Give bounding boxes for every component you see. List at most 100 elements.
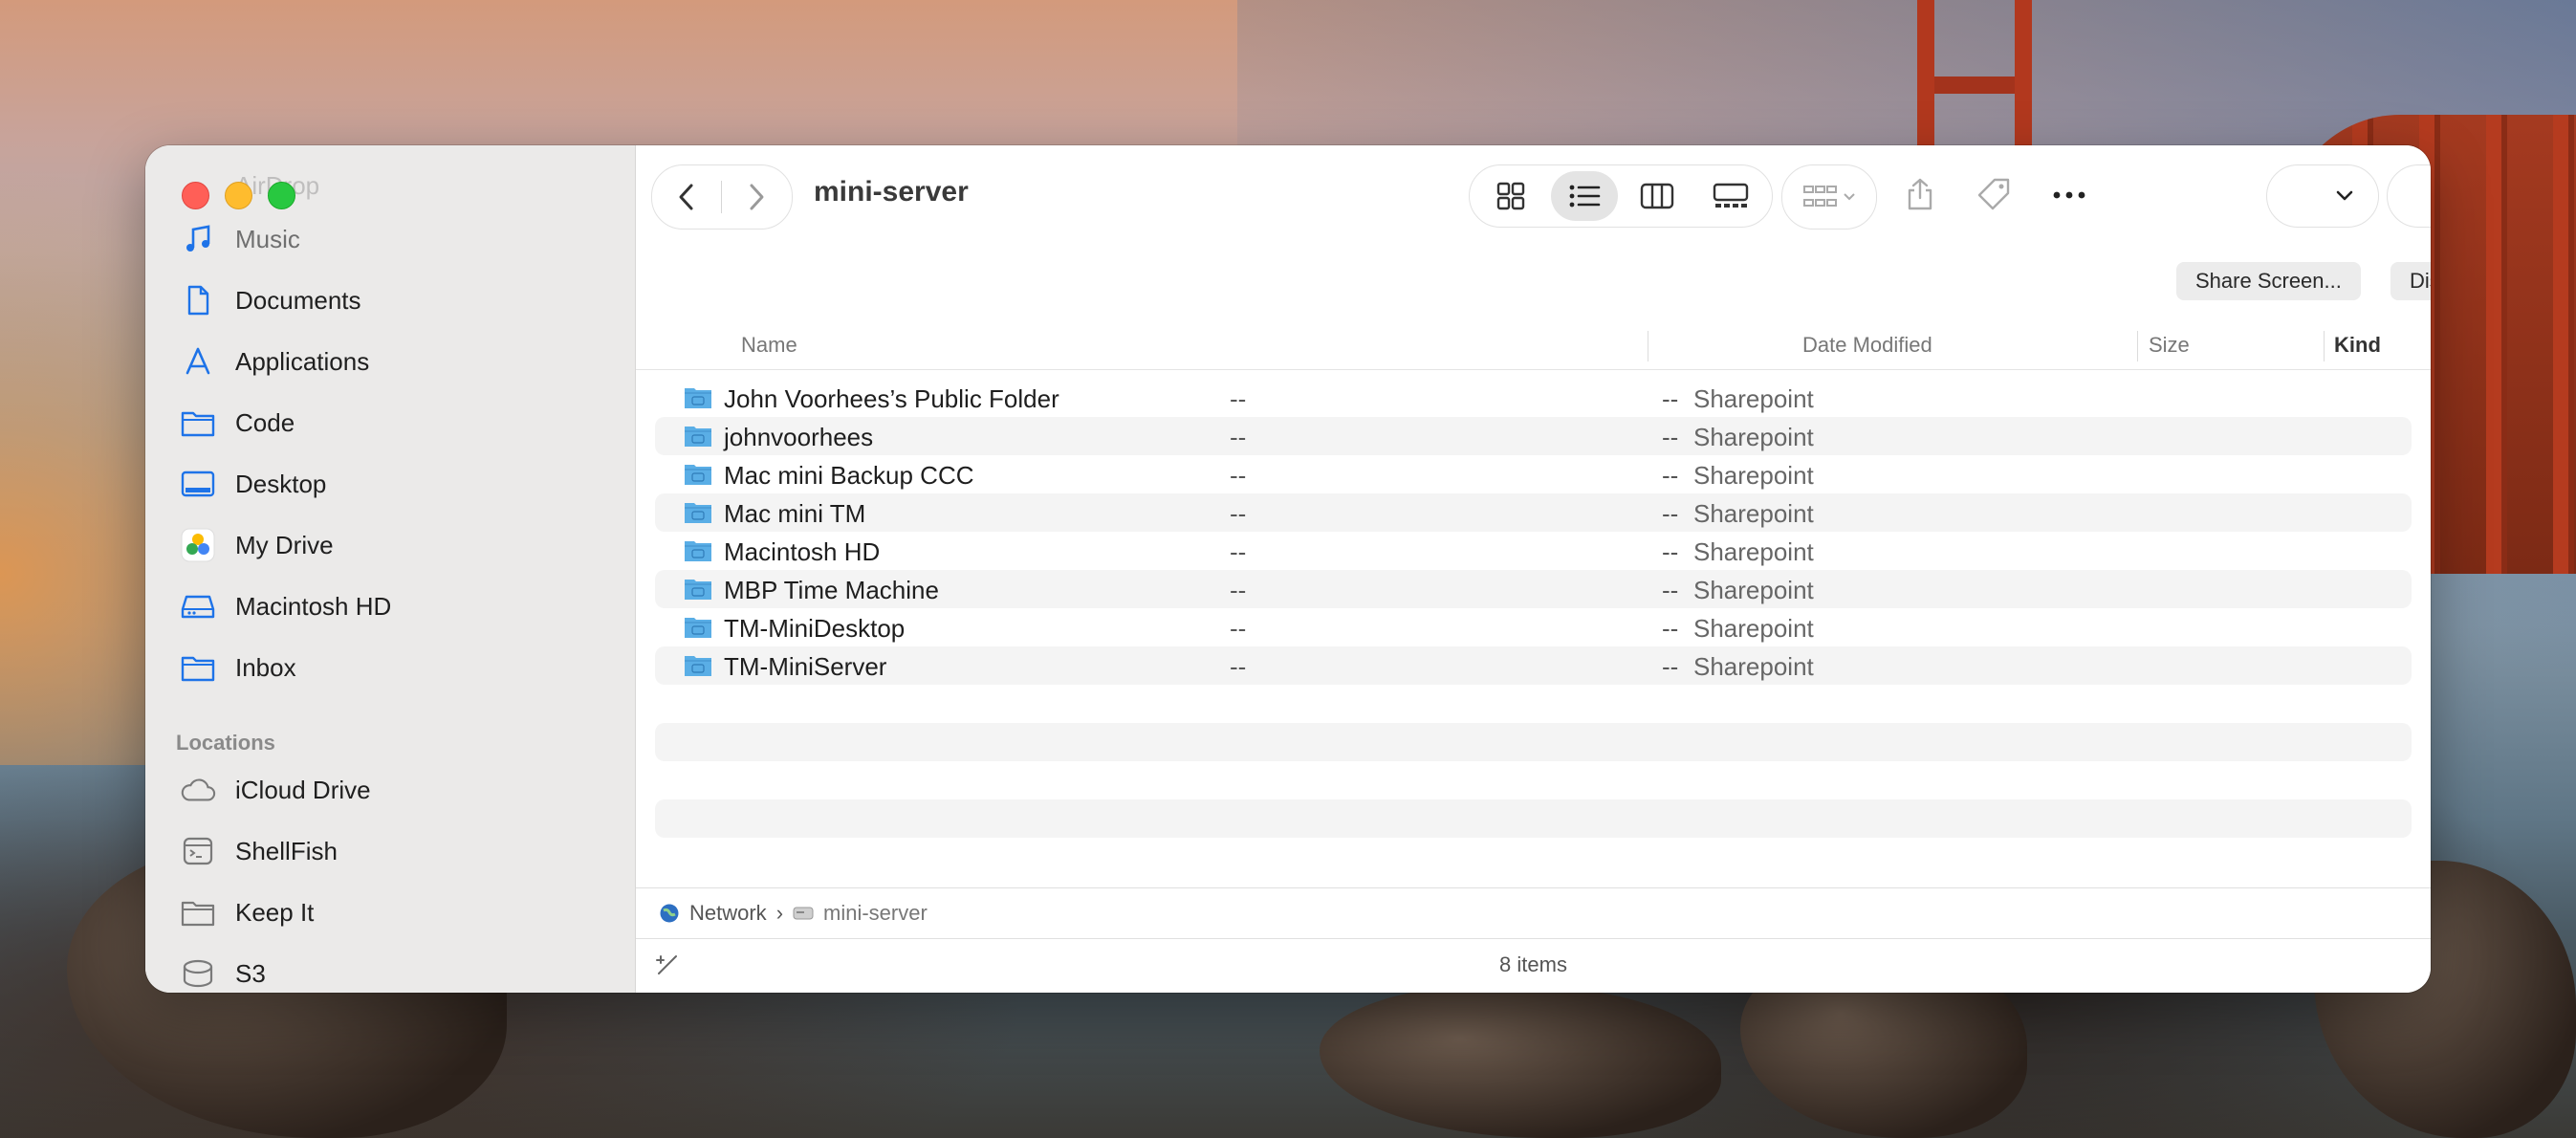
shared-folder-icon [685, 427, 711, 447]
sidebar-item-s3[interactable]: S3 [180, 947, 266, 993]
minimize-window-button[interactable] [225, 182, 252, 209]
back-button[interactable] [652, 165, 721, 229]
sidebar-item-label: ShellFish [235, 836, 338, 865]
list-icon [1569, 185, 1601, 208]
file-kind: Sharepoint [1693, 652, 1814, 681]
document-icon [180, 282, 216, 318]
zoom-window-button[interactable] [268, 182, 295, 209]
column-divider[interactable] [2137, 331, 2138, 361]
main-pane: mini-server Share Screen... Di Name Date… [636, 145, 2431, 993]
icon-view-button[interactable] [1477, 171, 1545, 221]
file-date-modified: -- [1230, 423, 1247, 451]
ellipsis-icon [2053, 191, 2085, 199]
table-row[interactable]: MBP Time Machine -- -- Sharepoint [655, 570, 2412, 608]
table-row[interactable]: Mac mini TM -- -- Sharepoint [655, 493, 2412, 532]
file-kind: Sharepoint [1693, 614, 1814, 643]
shared-folder-icon [685, 618, 711, 638]
file-date-modified: -- [1230, 652, 1247, 681]
file-name: John Voorhees’s Public Folder [724, 384, 1059, 413]
empty-row [655, 723, 2412, 761]
sidebar-item-label: Desktop [235, 469, 327, 498]
folder-icon [180, 649, 216, 686]
column-header-date-modified[interactable]: Date Modified [1802, 333, 1932, 358]
collapse-icon[interactable] [655, 952, 680, 977]
sidebar: AirDrop Music Documents Applications [145, 145, 636, 993]
file-size: -- [1662, 537, 1679, 566]
column-view-button[interactable] [1624, 171, 1692, 221]
file-name: johnvoorhees [724, 423, 874, 451]
dropdown-button[interactable] [2387, 164, 2431, 228]
sidebar-item-label: S3 [235, 958, 266, 988]
file-list: John Voorhees’s Public Folder -- -- Sharepo… [655, 379, 2412, 838]
sidebar-item-documents[interactable]: Documents [180, 274, 361, 327]
sidebar-item-label: Keep It [235, 897, 315, 927]
chevron-down-icon [2336, 190, 2353, 201]
file-kind: Sharepoint [1693, 461, 1814, 490]
file-kind: Sharepoint [1693, 576, 1814, 604]
file-size: -- [1662, 576, 1679, 604]
sidebar-item-macintosh-hd[interactable]: Macintosh HD [180, 580, 391, 633]
path-segment-network[interactable]: Network [689, 901, 767, 926]
more-actions-button[interactable] [2052, 187, 2086, 205]
sidebar-item-keep-it[interactable]: Keep It [180, 886, 314, 939]
group-grid-icon [1803, 186, 1837, 207]
close-window-button[interactable] [182, 182, 209, 209]
file-kind: Sharepoint [1693, 499, 1814, 528]
group-by-button[interactable] [1781, 164, 1877, 230]
google-drive-icon [180, 527, 216, 563]
column-header-kind[interactable]: Kind [2334, 333, 2381, 358]
navigation-buttons [651, 164, 793, 230]
table-row[interactable]: TM-MiniServer -- -- Sharepoint [655, 646, 2412, 685]
file-date-modified: -- [1230, 461, 1247, 490]
item-count: 8 items [1499, 952, 1567, 976]
file-kind: Sharepoint [1693, 384, 1814, 413]
server-icon [793, 907, 814, 920]
file-date-modified: -- [1230, 537, 1247, 566]
action-buttons [1885, 164, 2107, 228]
file-kind: Sharepoint [1693, 537, 1814, 566]
share-screen-button[interactable]: Share Screen... [2176, 262, 2361, 300]
file-date-modified: -- [1230, 499, 1247, 528]
sidebar-item-music[interactable]: Music [180, 212, 300, 266]
dropdown-button[interactable] [2266, 164, 2379, 228]
sidebar-item-label: Code [235, 407, 295, 437]
path-segment-mini-server[interactable]: mini-server [823, 901, 928, 926]
globe-icon [660, 904, 679, 923]
window-controls [182, 182, 295, 209]
table-row[interactable]: Macintosh HD -- -- Sharepoint [655, 532, 2412, 570]
hard-drive-icon [180, 588, 216, 624]
sidebar-item-applications[interactable]: Applications [180, 335, 369, 388]
file-size: -- [1662, 423, 1679, 451]
status-bar: 8 items [636, 937, 2431, 993]
empty-row [655, 799, 2412, 838]
music-note-icon [180, 221, 216, 257]
tag-icon [1977, 178, 2010, 209]
sidebar-item-shellfish[interactable]: ShellFish [180, 824, 338, 878]
table-row[interactable]: johnvoorhees -- -- Sharepoint [655, 417, 2412, 455]
window-title: mini-server [814, 176, 969, 208]
sidebar-item-icloud-drive[interactable]: iCloud Drive [180, 763, 371, 817]
tag-button[interactable] [1976, 177, 2011, 216]
sidebar-item-inbox[interactable]: Inbox [180, 641, 296, 694]
column-header-name[interactable]: Name [741, 333, 797, 358]
table-row[interactable]: Mac mini Backup CCC -- -- Sharepoint [655, 455, 2412, 493]
chevron-left-icon [679, 184, 693, 210]
table-row[interactable]: TM-MiniDesktop -- -- Sharepoint [655, 608, 2412, 646]
file-name: Mac mini Backup CCC [724, 461, 974, 490]
gallery-view-button[interactable] [1697, 171, 1765, 221]
disconnect-button[interactable]: Disconnect [2390, 262, 2431, 300]
forward-button[interactable] [722, 165, 791, 229]
sidebar-item-desktop[interactable]: Desktop [180, 457, 326, 511]
list-view-button[interactable] [1550, 171, 1618, 221]
file-name: MBP Time Machine [724, 576, 939, 604]
wallpaper-rock [1320, 985, 1721, 1138]
sidebar-item-my-drive[interactable]: My Drive [180, 518, 334, 572]
file-size: -- [1662, 384, 1679, 413]
column-divider[interactable] [2324, 331, 2325, 361]
column-header-size[interactable]: Size [2149, 333, 2190, 358]
sidebar-item-code[interactable]: Code [180, 396, 295, 449]
file-name: Mac mini TM [724, 499, 866, 528]
table-row[interactable]: John Voorhees’s Public Folder -- -- Sharepo… [655, 379, 2412, 417]
share-button[interactable] [1905, 177, 1935, 216]
disk-icon [180, 955, 216, 992]
